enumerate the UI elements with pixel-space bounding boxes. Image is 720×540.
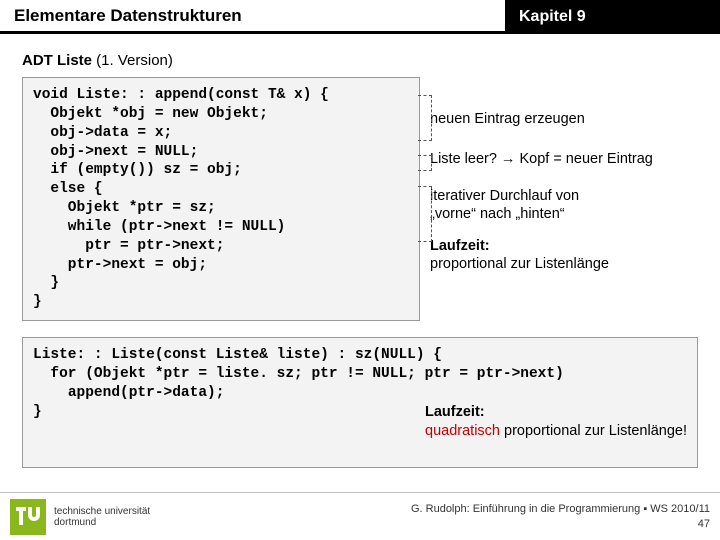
subtitle: ADT Liste (1. Version) [22, 52, 698, 69]
runtime-copyctor: Laufzeit: quadratisch proportional zur L… [401, 384, 687, 459]
annotation-runtime-text: proportional zur Listenlänge [430, 256, 609, 272]
runtime-rest: proportional zur Listenlänge! [500, 423, 687, 439]
code-block-append: void Liste: : append(const T& x) { Objek… [22, 77, 420, 321]
header-title-right: Kapitel 9 [505, 0, 720, 34]
uni-line1: technische universität [54, 506, 150, 517]
runtime-label: Laufzeit: [425, 404, 485, 420]
annotation-iterate-l2: „vorne“ nach „hinten“ [430, 206, 565, 222]
credit-text: G. Rudolph: Einführung in die Programmie… [411, 503, 710, 515]
slide-header: Elementare Datenstrukturen Kapitel 9 [0, 0, 720, 34]
bracket-icon [418, 155, 432, 171]
slide-content: ADT Liste (1. Version) void Liste: : app… [0, 34, 720, 468]
university-name: technische universität dortmund [54, 506, 150, 528]
bracket-icon [418, 186, 432, 242]
subtitle-bold: ADT Liste [22, 52, 92, 69]
code-annotation-row: void Liste: : append(const T& x) { Objek… [22, 77, 698, 321]
header-title-left: Elementare Datenstrukturen [0, 0, 505, 34]
annotation-column: neuen Eintrag erzeugen Liste leer? → Kop… [430, 77, 698, 321]
slide-footer: technische universität dortmund G. Rudol… [0, 492, 720, 540]
tu-logo-icon [10, 499, 46, 535]
subtitle-rest: (1. Version) [92, 52, 173, 69]
annotation-runtime-label: Laufzeit: [430, 238, 490, 254]
runtime-quadratic: quadratisch [425, 423, 500, 439]
page-number: 47 [698, 518, 710, 530]
annotation-iterate: iterativer Durchlauf von „vorne“ nach „h… [430, 187, 698, 223]
annotation-runtime: Laufzeit: proportional zur Listenlänge [430, 237, 698, 273]
annotation-iterate-l1: iterativer Durchlauf von [430, 188, 579, 204]
annotation-new-entry: neuen Eintrag erzeugen [430, 111, 698, 127]
footer-credit: G. Rudolph: Einführung in die Programmie… [411, 502, 710, 531]
footer-logo-area: technische universität dortmund [0, 499, 150, 535]
uni-line2: dortmund [54, 517, 96, 528]
annotation-empty-list: Liste leer? → Kopf = neuer Eintrag [430, 151, 698, 167]
bracket-icon [418, 95, 432, 141]
code-block-copyctor: Liste: : Liste(const Liste& liste) : sz(… [22, 337, 698, 468]
